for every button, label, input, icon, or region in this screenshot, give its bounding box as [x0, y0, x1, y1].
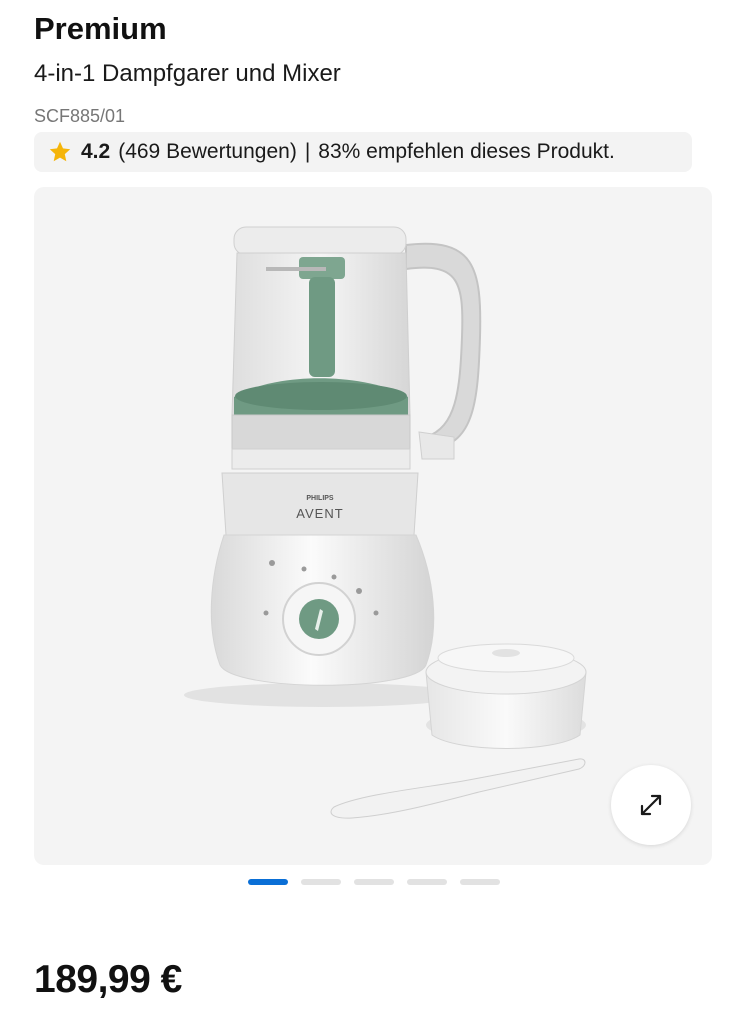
gallery-dot-4[interactable] [407, 879, 447, 885]
recommend-text: 83% empfehlen dieses Produkt. [318, 140, 615, 163]
product-title: Premium [34, 11, 167, 46]
brand-top-label: PHILIPS [306, 495, 334, 502]
product-image: PHILIPS AVENT [184, 226, 587, 819]
brand-main-label: AVENT [296, 506, 343, 521]
rating-separator: | [304, 140, 311, 163]
rating-count: (469 Bewertungen) [118, 140, 297, 163]
gallery-dot-1[interactable] [248, 879, 288, 885]
product-image-gallery[interactable]: PHILIPS AVENT [34, 187, 712, 865]
product-price: 189,99 € [34, 958, 182, 1001]
gallery-pagination [248, 879, 500, 885]
expand-image-button[interactable] [611, 765, 691, 845]
rating-score: 4.2 [81, 140, 111, 163]
product-model-number: SCF885/01 [34, 106, 126, 126]
gallery-dot-5[interactable] [460, 879, 500, 885]
rating-summary[interactable]: 4.2 (469 Bewertungen) | 83% empfehlen di… [34, 132, 692, 172]
gallery-dot-2[interactable] [301, 879, 341, 885]
product-subtitle: 4-in-1 Dampfgarer und Mixer [34, 60, 341, 87]
gallery-dot-3[interactable] [354, 879, 394, 885]
star-icon [49, 141, 71, 162]
expand-arrows-icon [640, 794, 662, 816]
